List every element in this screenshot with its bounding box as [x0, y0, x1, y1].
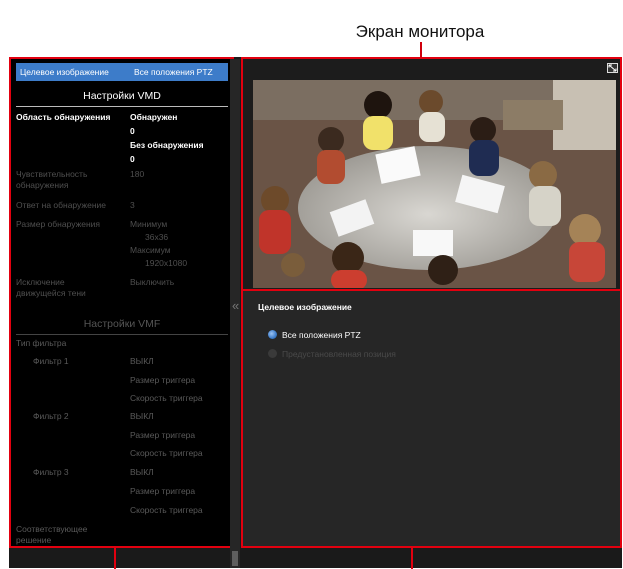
- shadow-exclusion-label: Исключение движущейся тени: [16, 277, 86, 298]
- target-image-heading: Целевое изображение: [258, 302, 352, 312]
- monitor-screen: [243, 59, 620, 291]
- max-size-label: Максимум: [130, 245, 171, 255]
- detected-count: 0: [130, 126, 135, 136]
- filter-3-label: Фильтр 3: [33, 467, 69, 477]
- double-chevron-left-icon[interactable]: «: [232, 299, 239, 312]
- callout-leader-line: [420, 42, 422, 57]
- response-label: Ответ на обнаружение: [16, 200, 106, 210]
- filter-2-trigger-size[interactable]: Размер триггера: [130, 430, 195, 441]
- not-detected-label: Без обнаружения: [130, 140, 204, 150]
- panel-divider: [243, 289, 620, 291]
- filter-2-label: Фильтр 2: [33, 411, 69, 421]
- filter-3-trigger-speed[interactable]: Скорость триггера: [130, 505, 203, 516]
- detection-area-label: Область обнаружения: [16, 112, 111, 122]
- max-size-value[interactable]: 1920x1080: [145, 258, 187, 269]
- option-all-label: Все положения PTZ: [282, 330, 361, 340]
- vmf-settings-heading: Настройки VMF: [16, 318, 228, 335]
- monitor-screen-callout: Экран монитора: [355, 22, 485, 41]
- matching-solution-label: Соответствующее решение: [16, 524, 88, 545]
- monitor-panel: Целевое изображение Все положения PTZ Пр…: [241, 57, 622, 548]
- scrollbar-thumb[interactable]: [232, 551, 238, 566]
- settings-panel: Целевое изображение Все положения PTZ На…: [9, 57, 234, 548]
- response-value[interactable]: 3: [130, 200, 135, 211]
- filter-1-state[interactable]: ВЫКЛ: [130, 356, 154, 367]
- vmd-settings-heading: Настройки VMD: [16, 90, 228, 107]
- radio-unselected-icon[interactable]: [268, 349, 277, 358]
- sensitivity-value[interactable]: 180: [130, 169, 144, 180]
- detected-label: Обнаружен: [130, 112, 178, 122]
- radio-selected-icon[interactable]: [268, 330, 277, 339]
- filter-1-trigger-size[interactable]: Размер триггера: [130, 375, 195, 386]
- filter-3-state[interactable]: ВЫКЛ: [130, 467, 154, 478]
- settings-scrollbar[interactable]: [230, 59, 240, 568]
- camera-live-image: [253, 80, 616, 288]
- target-image-label: Целевое изображение: [20, 67, 109, 77]
- sensitivity-label: Чувствительность обнаружения: [16, 169, 88, 190]
- detection-size-label: Размер обнаружения: [16, 219, 101, 229]
- target-image-row[interactable]: Целевое изображение Все положения PTZ: [16, 63, 228, 81]
- filter-2-state[interactable]: ВЫКЛ: [130, 411, 154, 422]
- min-size-label: Минимум: [130, 219, 168, 229]
- shadow-exclusion-value[interactable]: Выключить: [130, 277, 174, 288]
- filter-2-trigger-speed[interactable]: Скорость триггера: [130, 448, 203, 459]
- target-image-value: Все положения PTZ: [134, 67, 213, 77]
- fullscreen-icon[interactable]: [607, 63, 618, 73]
- filter-3-trigger-size[interactable]: Размер триггера: [130, 486, 195, 497]
- filter-1-trigger-speed[interactable]: Скорость триггера: [130, 393, 203, 404]
- left-panel-callout-tick: [114, 548, 116, 569]
- filter-1-label: Фильтр 1: [33, 356, 69, 366]
- not-detected-count: 0: [130, 154, 135, 164]
- option-preset-label: Предустановленная позиция: [282, 349, 396, 359]
- right-panel-callout-tick: [411, 548, 413, 569]
- min-size-value[interactable]: 36x36: [145, 232, 168, 243]
- filter-type-label: Тип фильтра: [16, 338, 67, 348]
